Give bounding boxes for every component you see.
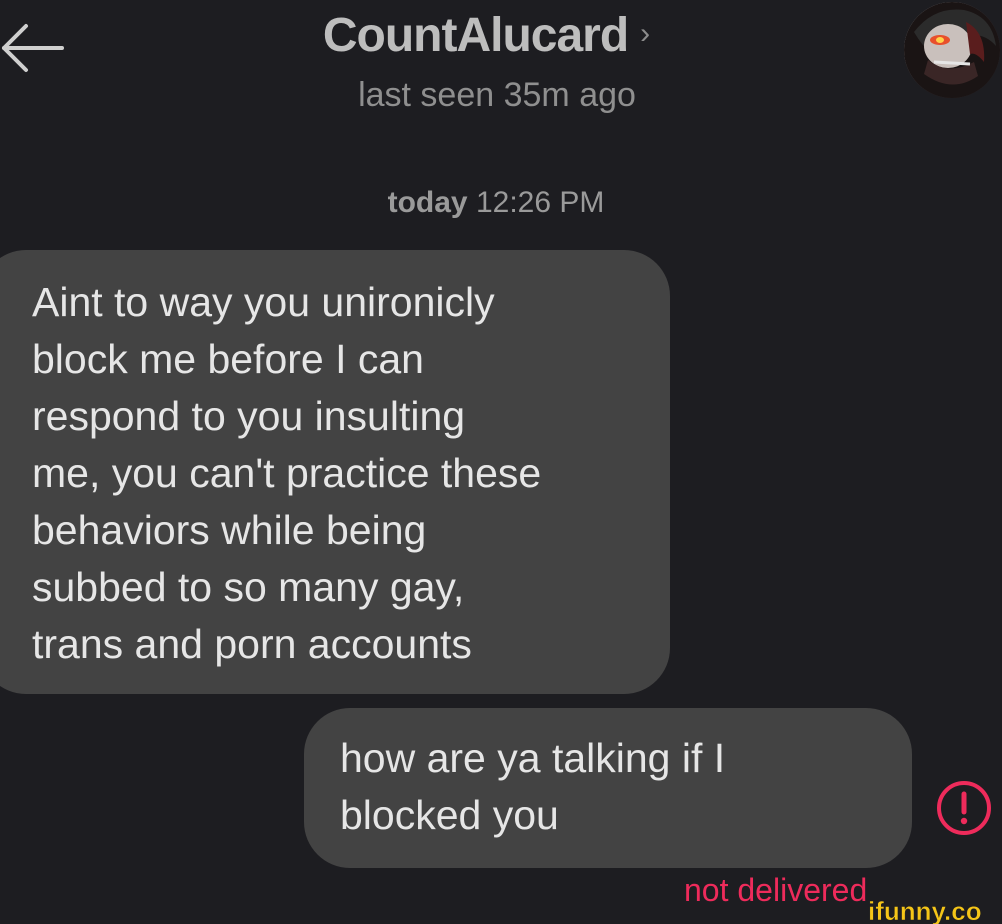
arrow-left-icon	[2, 24, 64, 72]
avatar[interactable]	[904, 2, 1000, 98]
ifunny-watermark-logo: ifunny.co	[868, 896, 982, 924]
date-divider-time: 12:26 PM	[475, 186, 605, 219]
last-seen-text: last seen 35m ago	[358, 76, 636, 114]
date-divider: today 12:26 PM	[0, 186, 1002, 220]
back-button[interactable]	[0, 20, 70, 80]
chevron-right-icon: ›	[640, 17, 650, 50]
chat-screen: CountAlucard › last seen 35m ago today 12…	[0, 0, 1002, 924]
incoming-message-bubble[interactable]: Aint to way you unironicly block me befo…	[0, 250, 670, 694]
contact-name[interactable]: CountAlucard ›	[322, 8, 650, 63]
outgoing-message-bubble[interactable]: how are ya talking if I blocked you	[304, 708, 912, 868]
date-divider-day: today	[387, 186, 468, 219]
exclamation-circle-icon[interactable]	[935, 779, 993, 837]
delivery-status: not delivered	[684, 872, 868, 908]
header-title-area: CountAlucard ›	[0, 8, 1002, 63]
contact-name-text: CountAlucard	[322, 9, 629, 62]
profile-avatar-icon	[904, 2, 1000, 98]
last-seen-status: last seen 35m ago	[0, 76, 1002, 115]
watermark-text: ifunny.co	[868, 896, 982, 924]
